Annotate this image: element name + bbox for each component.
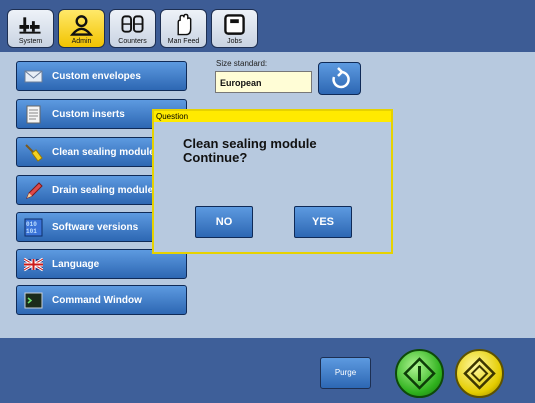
toolbar-jobs-button[interactable]: Jobs: [211, 9, 258, 48]
system-icon: [19, 17, 41, 34]
command-window-button[interactable]: Command Window: [16, 285, 187, 315]
start-icon: [403, 357, 436, 390]
toolbar-item-label: System: [18, 38, 43, 45]
stop-after-button[interactable]: [455, 349, 504, 398]
menu-item-label: Drain sealing module: [52, 185, 154, 196]
counters-icon: [121, 15, 144, 33]
dialog-message: Clean sealing module Continue?: [183, 136, 317, 165]
menu-item-label: Software versions: [52, 222, 139, 233]
yes-button[interactable]: YES: [294, 206, 352, 238]
toolbar-item-label: Admin: [71, 38, 92, 45]
brush-icon: [25, 144, 43, 162]
document-icon: [26, 105, 41, 124]
dialog-title: Question: [154, 111, 391, 122]
manual-feed-icon: [177, 13, 192, 36]
toolbar-item-label: Jobs: [227, 38, 242, 45]
menu-item-label: Command Window: [52, 295, 142, 306]
menu-item-label: Custom inserts: [52, 109, 125, 120]
toolbar-system-button[interactable]: System: [7, 9, 54, 48]
start-button[interactable]: [395, 349, 444, 398]
envelope-icon: [24, 70, 43, 83]
uk-flag-icon: [24, 257, 43, 272]
menu-item-label: Language: [52, 259, 100, 270]
toolbar-item-label: Counters: [118, 38, 147, 45]
toolbar-manual-feed-button[interactable]: Man Feed: [160, 9, 207, 48]
terminal-icon: [24, 292, 43, 309]
stop-icon: [463, 357, 496, 390]
toolbar-item-label: Man Feed: [167, 38, 200, 45]
question-dialog: Question Clean sealing module Continue? …: [152, 109, 393, 254]
size-standard-label: Size standard:: [216, 59, 268, 68]
custom-envelopes-button[interactable]: Custom envelopes: [16, 61, 187, 91]
menu-item-label: Clean sealing module: [52, 147, 155, 158]
jobs-icon: [224, 14, 245, 35]
top-toolbar: System Admin Counters Man Feed Jobs: [0, 0, 535, 52]
no-button[interactable]: NO: [195, 206, 253, 238]
toolbar-admin-button[interactable]: Admin: [58, 9, 105, 48]
toolbar-counters-button[interactable]: Counters: [109, 9, 156, 48]
pen-icon: [26, 182, 43, 199]
svg-text:101: 101: [26, 228, 37, 235]
svg-text:010: 010: [26, 221, 37, 228]
refresh-button[interactable]: [318, 62, 361, 95]
menu-item-label: Custom envelopes: [52, 71, 141, 82]
purge-button[interactable]: Purge: [320, 357, 371, 389]
admin-icon: [69, 15, 94, 36]
chip-icon: 010 101: [24, 218, 43, 237]
size-standard-field[interactable]: European: [215, 71, 312, 93]
refresh-icon: [332, 67, 350, 89]
